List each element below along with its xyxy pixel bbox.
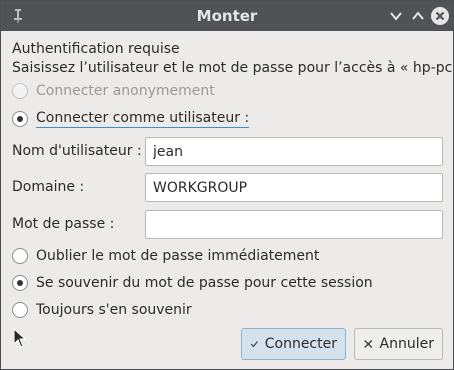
forget-immediately-radio[interactable] [12,248,28,264]
cancel-button[interactable]: Annuler [354,328,443,360]
mouse-cursor-icon [13,328,27,348]
cancel-button-label: Annuler [379,336,434,352]
domain-label: Domaine : [12,179,85,195]
remember-forever-label: Toujours s'en souvenir [36,302,192,318]
remember-forever-radio[interactable] [12,302,28,318]
connect-button-label: Connecter [264,336,337,352]
as-user-radio[interactable] [12,111,28,127]
title-bar[interactable]: Monter [1,1,453,31]
password-input[interactable] [145,210,443,239]
minimize-icon[interactable] [388,8,404,24]
anonymous-radio-label: Connecter anonymement [36,83,215,99]
anonymous-radio[interactable] [12,83,28,99]
remember-session-radio[interactable] [12,275,28,291]
close-icon [435,11,445,21]
as-user-radio-label-text: Connecter comme utilisateur : [36,110,250,128]
username-input[interactable] [145,137,443,166]
auth-heading: Authentification requise [12,41,180,57]
cancel-icon [364,339,373,349]
maximize-icon[interactable] [410,8,426,24]
mount-dialog: Monter Authentification requise Saisisse… [0,0,454,370]
forget-immediately-label: Oublier le mot de passe immédiatement [36,248,320,264]
as-user-radio-label: Connecter comme utilisateur : [36,110,250,128]
connect-button[interactable]: Connecter [241,328,346,360]
password-label: Mot de passe : [12,216,115,232]
auth-prompt: Saisissez l’utilisateur et le mot de pas… [12,60,454,76]
domain-input[interactable] [145,173,443,202]
remember-session-label: Se souvenir du mot de passe pour cette s… [36,275,373,291]
window-title: Monter [196,7,258,25]
close-button[interactable] [431,7,449,25]
checkmark-icon [250,341,258,348]
username-label: Nom d'utilisateur : [12,143,142,159]
